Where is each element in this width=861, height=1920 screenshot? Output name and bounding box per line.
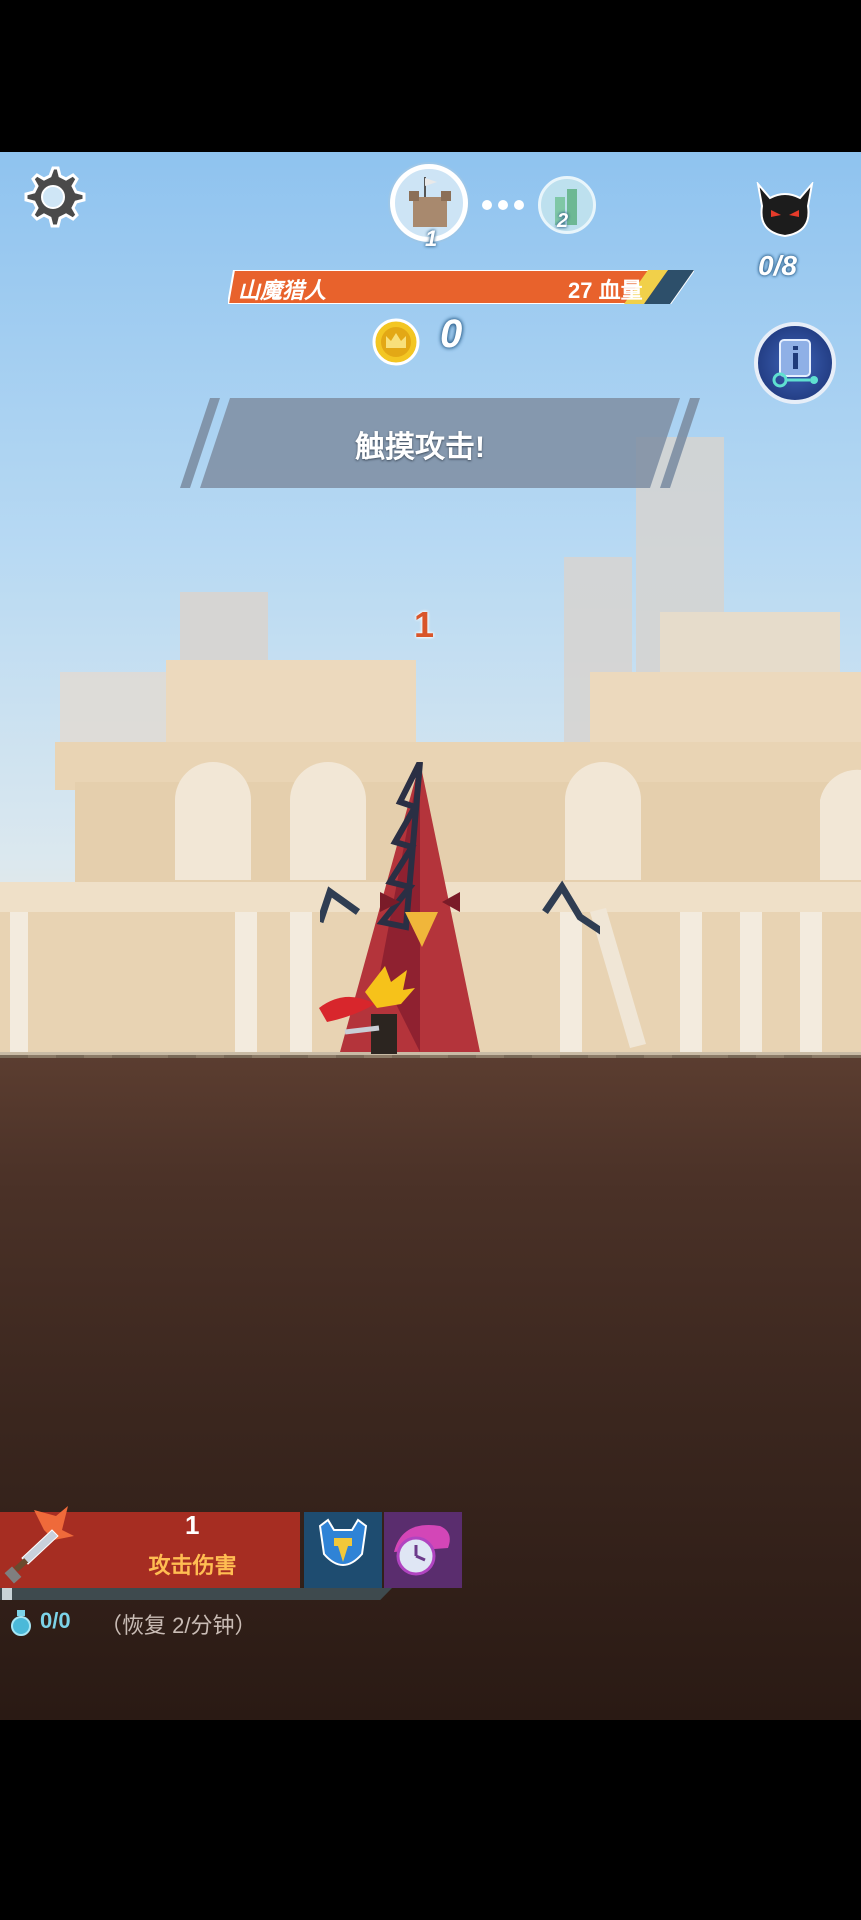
potion-icon xyxy=(11,1610,31,1636)
boss-name: 山魔猎人 xyxy=(238,278,327,303)
info-button[interactable] xyxy=(754,322,836,404)
mana-value: 0/0 xyxy=(40,1608,71,1633)
demon-icon xyxy=(756,182,814,238)
attack-level: 1 xyxy=(185,1510,200,1540)
progress-dot xyxy=(498,200,508,210)
info-icon xyxy=(772,339,818,388)
progress-dot xyxy=(482,200,492,210)
progress-dot xyxy=(514,200,524,210)
status-bar xyxy=(0,0,861,152)
mana-regen: （恢复 2/分钟） xyxy=(100,1613,257,1638)
helmet-skill-button[interactable] xyxy=(304,1512,382,1588)
stage-next-number: 2 xyxy=(557,210,569,232)
clock-icon xyxy=(394,1525,450,1576)
damage-number: 1 xyxy=(414,604,435,645)
tutorial-text: 触摸攻击! xyxy=(355,431,485,464)
navigation-bar xyxy=(0,1720,861,1920)
hero-character xyxy=(319,966,415,1054)
crown-coin-icon xyxy=(372,318,420,366)
boss-hp: 27 血量 xyxy=(568,278,643,303)
coin-count: 0 xyxy=(440,312,463,356)
sword-icon xyxy=(4,1506,74,1584)
experience-fill xyxy=(2,1588,12,1600)
attack-label: 攻击伤害 xyxy=(148,1553,237,1578)
gear-icon[interactable] xyxy=(18,162,88,232)
experience-bar xyxy=(0,1588,392,1600)
helmet-icon xyxy=(318,1518,368,1566)
time-skill-button[interactable] xyxy=(384,1512,462,1588)
game-scene[interactable]: 1 2 山魔猎人 27 血量 0 0/8 触摸攻击! 1 1 攻击伤害 0/0 … xyxy=(0,152,861,1720)
kill-count: 0/8 xyxy=(758,250,797,281)
stage-current-number: 1 xyxy=(425,226,438,251)
